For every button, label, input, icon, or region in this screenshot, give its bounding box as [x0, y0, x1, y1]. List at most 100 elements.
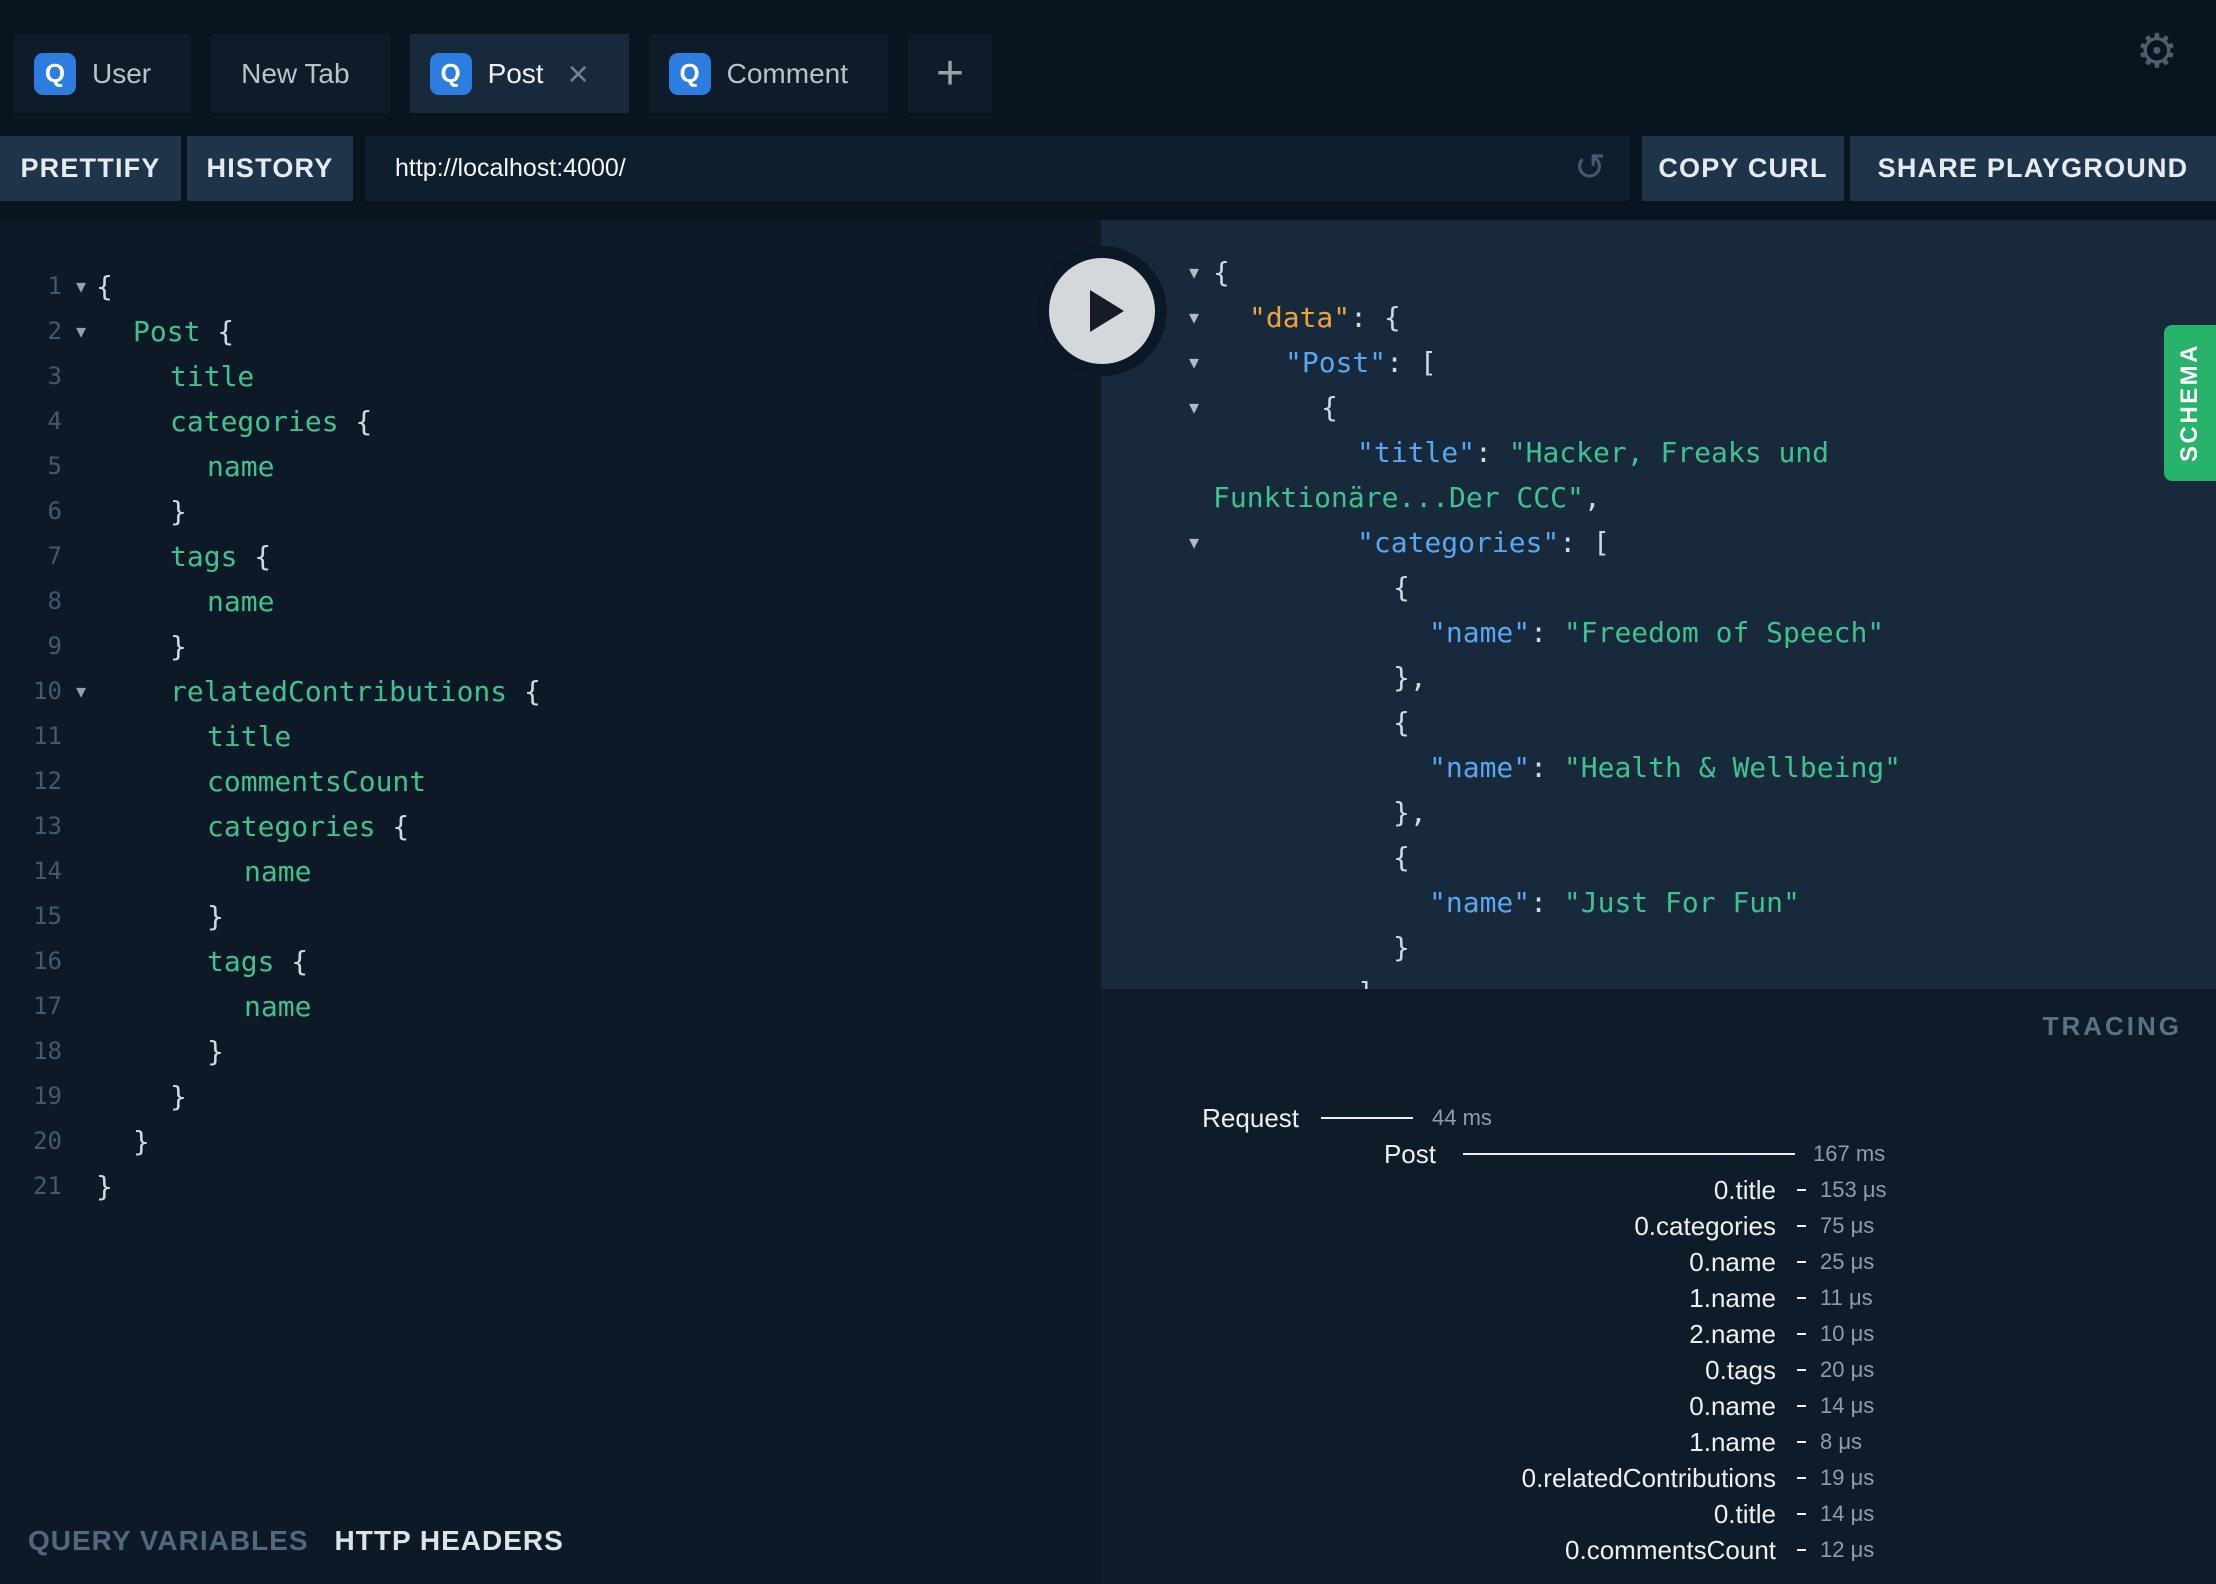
- tab-post[interactable]: Q Post ×: [409, 34, 629, 113]
- response-line: ▾{: [1101, 385, 2216, 430]
- trace-dash: [1797, 1261, 1806, 1263]
- trace-duration: 25 μs: [1820, 1249, 1875, 1274]
- query-code: {: [96, 264, 113, 309]
- play-icon: [1049, 258, 1155, 364]
- line-number: 3: [47, 362, 62, 390]
- fold-arrow-icon[interactable]: ▾: [1181, 520, 1207, 565]
- query-editor[interactable]: 1 ▾{2 ▾ Post {3 title 4 categories {5 name 6} 7 ta…: [0, 220, 1101, 1584]
- settings-gear-icon[interactable]: ⚙: [2136, 28, 2178, 75]
- code-token: name: [244, 990, 312, 1023]
- query-code: commentsCount: [207, 759, 426, 804]
- trace-row: 2.name 10 μs: [1101, 1316, 2216, 1352]
- schema-tab[interactable]: SCHEMA: [2164, 325, 2216, 481]
- fold-arrow-icon[interactable]: ▾: [1181, 295, 1207, 340]
- trace-row: Request 44 ms: [1101, 1100, 2216, 1136]
- response-code: {: [1393, 700, 1410, 745]
- query-line: 21}: [0, 1164, 1101, 1209]
- fold-arrow-icon[interactable]: ▾: [68, 309, 94, 354]
- history-button[interactable]: HISTORY: [187, 136, 353, 201]
- play-triangle-icon: [1089, 290, 1124, 332]
- code-token: {: [237, 540, 272, 573]
- trace-timeline-bar: [1321, 1117, 1413, 1119]
- code-token: "Health & Wellbeing": [1563, 751, 1902, 784]
- response-line: }: [1101, 925, 2216, 970]
- tab-user[interactable]: Q User: [14, 34, 192, 113]
- response-line: ▾ "categories": [: [1101, 520, 2216, 565]
- fold-arrow-icon[interactable]: ▾: [1181, 340, 1207, 385]
- trace-dash: [1797, 1369, 1806, 1371]
- query-code: }: [170, 489, 187, 534]
- trace-duration: 8 μs: [1820, 1429, 1863, 1454]
- trace-row: 0.title 14 μs: [1101, 1496, 2216, 1532]
- line-number: 5: [47, 452, 62, 480]
- code-token: categories: [170, 405, 339, 438]
- tab-comment[interactable]: Q Comment: [648, 34, 888, 113]
- line-number: 18: [33, 1037, 62, 1065]
- trace-row: 0.name 25 μs: [1101, 1244, 2216, 1280]
- reload-icon[interactable]: ↺: [1574, 145, 1606, 189]
- response-line: {: [1101, 565, 2216, 610]
- code-token: ]: [1357, 976, 1374, 989]
- trace-row: 0.commentsCount 12 μs: [1101, 1532, 2216, 1568]
- response-line: ▾ "Post": [: [1101, 340, 2216, 385]
- fold-arrow-icon[interactable]: ▾: [68, 669, 94, 714]
- code-token: }: [170, 1080, 187, 1113]
- line-number: 11: [33, 722, 62, 750]
- trace-resolver-label: Post: [1383, 1139, 1436, 1169]
- code-token: categories: [207, 810, 376, 843]
- fold-arrow-icon[interactable]: ▾: [1181, 385, 1207, 430]
- code-token: title: [170, 360, 255, 393]
- url-input[interactable]: [365, 154, 1630, 183]
- top-bar: Q User New Tab Q Post × Q Comment + ⚙: [0, 0, 2216, 136]
- query-line: 17 name: [0, 984, 1101, 1029]
- code-token: "Hacker, Freaks und: [1508, 436, 1830, 469]
- code-token: }: [170, 630, 187, 663]
- code-token: Funktionäre...Der CCC": [1213, 481, 1584, 514]
- trace-dash: [1797, 1441, 1806, 1443]
- trace-dash: [1797, 1189, 1806, 1191]
- query-line: 6}: [0, 489, 1101, 534]
- trace-resolver-label: Request: [1202, 1103, 1299, 1133]
- line-number: 2: [47, 317, 62, 345]
- code-token: Post: [133, 315, 201, 348]
- code-token: }: [207, 1035, 224, 1068]
- code-token: tags: [207, 945, 275, 978]
- share-playground-button[interactable]: SHARE PLAYGROUND: [1850, 136, 2216, 201]
- new-tab-button[interactable]: +: [908, 34, 992, 113]
- tab-new-tab[interactable]: New Tab: [211, 34, 390, 113]
- trace-duration: 11 μs: [1820, 1285, 1873, 1310]
- close-tab-icon[interactable]: ×: [568, 55, 589, 92]
- query-code: }: [170, 624, 187, 669]
- fold-arrow-icon[interactable]: ▾: [1181, 250, 1207, 295]
- query-code: tags {: [207, 939, 308, 984]
- fold-arrow-icon[interactable]: ▾: [68, 264, 94, 309]
- http-headers-toggle[interactable]: HTTP HEADERS: [335, 1525, 564, 1557]
- response-lines: ▾{▾ "data": {▾ "Post": [▾{"title": "Hacker…: [1101, 250, 2216, 989]
- trace-resolver-label: 2.name: [1689, 1319, 1776, 1349]
- response-code: },: [1393, 655, 1427, 700]
- code-token: ,: [1583, 481, 1601, 514]
- code-token: title: [207, 720, 292, 753]
- trace-dash: [1797, 1297, 1806, 1299]
- query-line: 15}: [0, 894, 1101, 939]
- code-token: "categories": [1357, 526, 1560, 559]
- code-token: }: [207, 900, 224, 933]
- code-token: }: [1393, 931, 1410, 964]
- copy-curl-button[interactable]: COPY CURL: [1642, 136, 1844, 201]
- code-token: relatedContributions: [170, 675, 508, 708]
- tracing-panel: TRACING Request 44 ms Post 167 ms 0.title 153…: [1101, 989, 2216, 1584]
- trace-duration: 19 μs: [1820, 1465, 1875, 1490]
- response-line: ▾{: [1101, 250, 2216, 295]
- query-code: title: [207, 714, 291, 759]
- response-line: ▾ "data": {: [1101, 295, 2216, 340]
- query-editor-lines: 1 ▾{2 ▾ Post {3 title 4 categories {5 name 6} 7 ta…: [0, 264, 1101, 1209]
- query-variables-toggle[interactable]: QUERY VARIABLES: [28, 1525, 309, 1557]
- execute-query-button[interactable]: [1037, 246, 1167, 376]
- code-token: name: [244, 855, 312, 888]
- editor-bottom-bar: QUERY VARIABLES HTTP HEADERS: [0, 1498, 1101, 1584]
- prettify-button[interactable]: PRETTIFY: [0, 136, 181, 201]
- query-line: 19}: [0, 1074, 1101, 1119]
- tracing-title[interactable]: TRACING: [2043, 1011, 2182, 1042]
- response-line: },: [1101, 655, 2216, 700]
- response-code: "title": "Hacker, Freaks und: [1357, 430, 1829, 475]
